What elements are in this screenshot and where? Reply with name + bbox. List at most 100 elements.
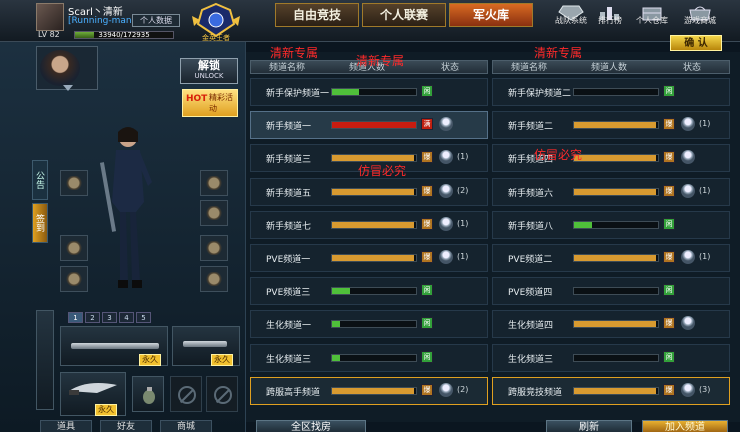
chevron-down-icon[interactable]: [62, 84, 74, 92]
find-room-button[interactable]: 全区找房: [256, 420, 366, 432]
mall-button[interactable]: 商城: [160, 420, 212, 432]
channel-status-badge: 爆: [663, 383, 675, 396]
channel-row[interactable]: PVE频道二 爆 (1): [492, 244, 730, 272]
knife-icon: [69, 383, 117, 395]
tab-sign-in[interactable]: 签到: [32, 203, 48, 243]
grenade-slot[interactable]: [132, 376, 164, 412]
items-button[interactable]: 道具: [40, 420, 92, 432]
friend-icon: [439, 250, 453, 264]
channel-row[interactable]: 新手保护频道一 闲: [250, 78, 488, 106]
confirm-button[interactable]: 确 认: [670, 35, 722, 51]
primary-weapon-slot[interactable]: 永久: [60, 326, 168, 366]
weapon-set-tab[interactable]: 3: [102, 312, 117, 323]
channel-row[interactable]: 新手频道五 爆 (2): [250, 177, 488, 206]
tab-armory[interactable]: 军火库: [449, 3, 533, 27]
channel-row[interactable]: 生化频道四 爆: [492, 310, 730, 339]
channel-status-badge: 闲: [663, 217, 675, 230]
friend-count: (1): [699, 185, 711, 195]
channel-row[interactable]: 生化频道三 闲: [250, 343, 488, 372]
shop-label[interactable]: 游戏商城: [677, 15, 723, 26]
channel-population-bar: [573, 88, 659, 96]
weapon-set-tab[interactable]: 4: [119, 312, 134, 323]
channel-population-fill: [332, 354, 341, 361]
col-channel-name: 频道名称: [269, 63, 306, 73]
channel-status-badge: 爆: [663, 317, 675, 330]
weapon-set-tab[interactable]: 2: [85, 312, 100, 323]
channel-row[interactable]: 跨服高手频道 爆 (2): [250, 376, 488, 405]
channel-name: 跨服竞技频道: [508, 387, 563, 398]
player-avatar[interactable]: [36, 3, 64, 31]
equip-slot-bag[interactable]: [60, 266, 88, 292]
equip-slot-head[interactable]: [60, 170, 88, 196]
weapon-set-tab[interactable]: 1: [68, 312, 83, 323]
channel-status-badge: 爆: [663, 184, 675, 197]
tab-personal-league[interactable]: 个人联赛: [362, 3, 446, 27]
channel-row[interactable]: 跨服竞技频道 爆 (3): [492, 376, 730, 405]
equip-slot-boots[interactable]: [200, 266, 228, 292]
channel-population-fill: [574, 387, 657, 394]
friends-button[interactable]: 好友: [100, 420, 152, 432]
equip-slot-helmet[interactable]: [200, 170, 228, 196]
channel-status-badge: 爆: [663, 151, 675, 164]
weapon-set-tab[interactable]: 5: [136, 312, 151, 323]
channel-population-bar: [331, 88, 417, 96]
disabled-icon: [178, 386, 196, 404]
channel-row[interactable]: 生化频道一 闲: [250, 310, 488, 339]
channel-population-fill: [574, 122, 657, 129]
personal-data-button[interactable]: 个人数据: [132, 14, 180, 27]
weapon-category-bar[interactable]: [36, 310, 54, 410]
channel-row[interactable]: 新手频道七 爆 (1): [250, 210, 488, 239]
channel-population-fill: [332, 387, 415, 394]
channel-row[interactable]: 新手频道四爆: [492, 144, 730, 173]
channel-population-fill: [574, 321, 657, 328]
tab-free-battle[interactable]: 自由竞技: [275, 3, 359, 27]
channel-row[interactable]: PVE频道一 爆 (1): [250, 244, 488, 272]
channel-row[interactable]: 新手频道一 满: [250, 111, 488, 140]
channel-status-badge: 爆: [421, 251, 433, 263]
channel-population-fill: [332, 321, 341, 328]
equip-slot-backpack[interactable]: [60, 235, 88, 261]
empty-slot: [170, 376, 202, 412]
channel-population-bar: [331, 386, 417, 395]
channel-population-fill: [332, 89, 359, 95]
channel-row[interactable]: PVE频道四 闲: [492, 277, 730, 306]
channel-population-fill: [332, 122, 416, 129]
exp-bar: 33940/172935: [74, 31, 174, 39]
channel-row[interactable]: PVE频道三 闲: [250, 277, 488, 306]
melee-weapon-slot[interactable]: 永久: [60, 372, 126, 416]
channel-row[interactable]: 新手保护频道二 闲: [492, 78, 730, 106]
hot-events-button[interactable]: HOT 精彩活动: [182, 89, 238, 117]
channel-name: 新手频道六: [508, 188, 554, 199]
friend-count: (3): [699, 384, 711, 394]
friend-icon: [681, 382, 695, 397]
equip-slot-gloves[interactable]: [200, 235, 228, 261]
friend-icon: [681, 183, 695, 198]
unlock-button[interactable]: 解锁 UNLOCK: [180, 58, 238, 84]
disabled-icon: [214, 386, 232, 404]
friend-count: (1): [457, 252, 469, 261]
channel-row[interactable]: 新手频道六 爆 (1): [492, 177, 730, 206]
equip-slot-vest[interactable]: [200, 200, 228, 226]
refresh-button[interactable]: 刷新: [546, 420, 632, 432]
channel-population-bar: [573, 121, 659, 130]
overlay-note: 仿冒必究: [358, 164, 407, 178]
channel-name: 新手保护频道一: [266, 89, 330, 99]
friend-icon: [681, 150, 695, 165]
channel-population-fill: [574, 188, 657, 195]
channel-population-bar: [331, 287, 417, 296]
channel-name: 生化频道三: [508, 354, 554, 365]
warehouse-label[interactable]: 个人仓库: [629, 15, 675, 26]
channel-row[interactable]: 新手频道八 闲: [492, 210, 730, 239]
secondary-weapon-slot[interactable]: 永久: [172, 326, 240, 366]
channel-status-badge: 闲: [421, 284, 433, 297]
channel-status-badge: 爆: [421, 151, 433, 164]
channel-row[interactable]: 新手频道二 爆 (1): [492, 111, 730, 140]
channel-name: 新手频道二: [508, 122, 554, 133]
ranking-label[interactable]: 排行榜: [587, 15, 633, 26]
channel-name: PVE频道三: [266, 288, 311, 299]
channel-row[interactable]: 生化频道三 闲: [492, 343, 730, 372]
tab-announcement[interactable]: 公告: [32, 160, 48, 200]
channel-footer: 全区找房 刷新 加入频道: [246, 420, 740, 432]
soldier-character: [99, 127, 152, 288]
join-channel-button[interactable]: 加入频道: [642, 420, 728, 432]
